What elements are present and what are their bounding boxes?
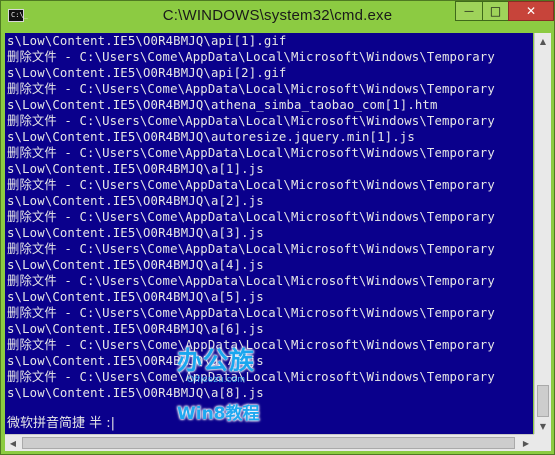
scroll-down-icon[interactable]: ▼ (535, 418, 551, 434)
minimize-icon: — (464, 5, 474, 17)
scroll-left-icon[interactable]: ◀ (5, 435, 21, 451)
console-line: s\Low\Content.IE5\O0R4BMJQ\a[4].js (7, 258, 264, 272)
console-line: s\Low\Content.IE5\O0R4BMJQ\a[2].js (7, 194, 264, 208)
cmd-window: C:\_ C:\WINDOWS\system32\cmd.exe — □ ✕ s… (0, 0, 555, 455)
maximize-icon: □ (489, 4, 502, 18)
vertical-scroll-thumb[interactable] (537, 385, 549, 417)
console-line: 删除文件 - C:\Users\Come\AppData\Local\Micro… (7, 114, 495, 128)
console-line: 删除文件 - C:\Users\Come\AppData\Local\Micro… (7, 274, 495, 288)
ime-status-text: 微软拼音简捷 半 : (7, 416, 111, 431)
console-line: s\Low\Content.IE5\O0R4BMJQ\a[3].js (7, 226, 264, 240)
minimize-button[interactable]: — (455, 1, 483, 21)
console-line: s\Low\Content.IE5\O0R4BMJQ\a[6].js (7, 322, 264, 336)
console-line: 删除文件 - C:\Users\Come\AppData\Local\Micro… (7, 50, 495, 64)
watermark-brand: 办公族 (177, 346, 256, 375)
maximize-button[interactable]: □ (482, 1, 509, 21)
ime-status-bar: 微软拼音简捷 半 :| (7, 416, 115, 432)
close-button[interactable]: ✕ (508, 1, 554, 21)
console-line: 删除文件 - C:\Users\Come\AppData\Local\Micro… (7, 178, 495, 192)
console-line: s\Low\Content.IE5\O0R4BMJQ\autoresize.jq… (7, 130, 415, 144)
console-line: 删除文件 - C:\Users\Come\AppData\Local\Micro… (7, 210, 495, 224)
scroll-up-icon[interactable]: ▲ (535, 33, 551, 49)
watermark-url: Officezu.com (187, 374, 246, 384)
console-line: s\Low\Content.IE5\O0R4BMJQ\a[1].js (7, 162, 264, 176)
horizontal-scrollbar[interactable]: ◀ ▶ (5, 434, 534, 451)
title-bar[interactable]: C:\_ C:\WINDOWS\system32\cmd.exe — □ ✕ (1, 1, 554, 33)
text-cursor: | (110, 416, 116, 431)
watermark-caption: Win8教程 (177, 404, 260, 424)
console-line: s\Low\Content.IE5\O0R4BMJQ\api[1].gif (7, 34, 287, 48)
console-line: s\Low\Content.IE5\O0R4BMJQ\athena_simba_… (7, 98, 438, 112)
console-line: 删除文件 - C:\Users\Come\AppData\Local\Micro… (7, 82, 495, 96)
close-icon: ✕ (525, 4, 537, 18)
console-line: 删除文件 - C:\Users\Come\AppData\Local\Micro… (7, 242, 495, 256)
console-line: 删除文件 - C:\Users\Come\AppData\Local\Micro… (7, 146, 495, 160)
console-line: s\Low\Content.IE5\O0R4BMJQ\api[2].gif (7, 66, 287, 80)
scrollbar-corner (534, 434, 551, 451)
watermark-logo: 办公族 Officezu.com Win8教程 (173, 347, 273, 425)
console-line: s\Low\Content.IE5\O0R4BMJQ\a[5].js (7, 290, 264, 304)
console-line: 删除文件 - C:\Users\Come\AppData\Local\Micro… (7, 306, 495, 320)
vertical-scrollbar[interactable]: ▲ ▼ (534, 33, 551, 434)
scroll-right-icon[interactable]: ▶ (518, 435, 534, 451)
horizontal-scroll-thumb[interactable] (22, 437, 515, 449)
